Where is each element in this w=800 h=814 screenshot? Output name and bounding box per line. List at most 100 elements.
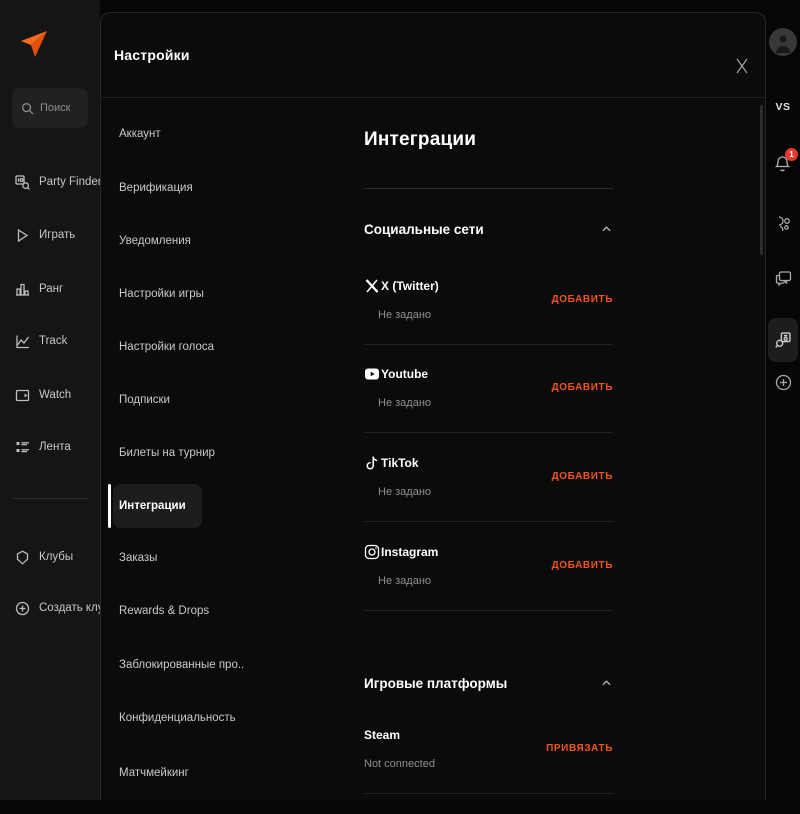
notification-badge: 1 bbox=[785, 148, 798, 161]
integration-row-youtube: Youtube Не задано ДОБАВИТЬ bbox=[364, 366, 613, 453]
chevron-up-icon bbox=[602, 680, 611, 686]
watch-icon bbox=[15, 388, 30, 403]
settings-nav-verification[interactable]: Верификация bbox=[119, 177, 193, 199]
party-finder-icon bbox=[15, 175, 30, 190]
app-logo-icon[interactable] bbox=[18, 28, 50, 60]
feed-icon bbox=[15, 440, 30, 455]
sidebar-item-party-finder[interactable]: Party Finder bbox=[15, 170, 102, 194]
integration-status: Не задано bbox=[378, 308, 431, 322]
nav-selected-bar bbox=[108, 484, 111, 528]
settings-nav-matchmaking[interactable]: Матчмейкинг bbox=[119, 762, 189, 784]
sidebar-item-track[interactable]: Track bbox=[15, 329, 67, 353]
row-divider bbox=[364, 344, 613, 345]
x-twitter-icon bbox=[364, 278, 380, 294]
sidebar-item-label: Watch bbox=[39, 389, 71, 401]
plus-circle-icon bbox=[15, 601, 30, 616]
link-button[interactable]: ПРИВЯЗАТЬ bbox=[546, 742, 613, 756]
settings-nav-voice-settings[interactable]: Настройки голоса bbox=[119, 336, 214, 358]
integration-row-x-twitter: X (Twitter) Не задано ДОБАВИТЬ bbox=[364, 278, 613, 365]
settings-modal: Настройки Аккаунт Верификация Уведомлени… bbox=[100, 12, 766, 800]
sidebar-item-label: Клубы bbox=[39, 551, 73, 563]
party-finder-rail-button[interactable] bbox=[768, 318, 798, 362]
settings-nav-tournament-tickets[interactable]: Билеты на турнир bbox=[119, 442, 215, 464]
add-button[interactable]: ДОБАВИТЬ bbox=[552, 470, 613, 484]
rank-icon bbox=[15, 282, 30, 297]
sidebar-item-label: Party Finder bbox=[39, 176, 102, 188]
settings-nav-notifications[interactable]: Уведомления bbox=[119, 230, 191, 252]
add-button[interactable]: ДОБАВИТЬ bbox=[552, 381, 613, 395]
sidebar-item-label: Track bbox=[39, 335, 67, 347]
settings-nav-subscriptions[interactable]: Подписки bbox=[119, 389, 170, 411]
content-divider bbox=[364, 188, 613, 189]
integration-status: Не задано bbox=[378, 396, 431, 410]
left-sidebar: Поиск Party Finder Играть Ранг Track Wat… bbox=[0, 0, 100, 800]
integration-status: Not connected bbox=[364, 757, 435, 771]
close-icon bbox=[735, 58, 749, 74]
settings-modal-header: Настройки bbox=[101, 13, 765, 98]
instagram-icon bbox=[364, 544, 380, 560]
chevron-up-icon bbox=[602, 226, 611, 232]
collapse-section-button[interactable] bbox=[599, 222, 613, 236]
collapse-section-button[interactable] bbox=[599, 676, 613, 690]
search-input[interactable]: Поиск bbox=[12, 88, 88, 128]
add-button-rail[interactable] bbox=[766, 374, 800, 391]
sidebar-item-rank[interactable]: Ранг bbox=[15, 277, 63, 301]
section-social-networks: Социальные сети bbox=[364, 220, 613, 238]
sidebar-item-clubs[interactable]: Клубы bbox=[15, 545, 73, 569]
notifications-button[interactable]: 1 bbox=[774, 155, 794, 175]
integration-name: Youtube bbox=[381, 366, 428, 382]
settings-nav-orders[interactable]: Заказы bbox=[119, 547, 157, 569]
section-title: Социальные сети bbox=[364, 222, 484, 237]
integration-status: Не задано bbox=[378, 485, 431, 499]
settings-nav-rewards-drops[interactable]: Rewards & Drops bbox=[119, 600, 209, 622]
settings-nav-blocked-profiles[interactable]: Заблокированные про.. bbox=[119, 654, 244, 676]
tiktok-icon bbox=[364, 455, 380, 471]
settings-nav-privacy[interactable]: Конфиденциальность bbox=[119, 707, 236, 729]
party-finder-icon bbox=[775, 332, 791, 348]
sidebar-item-label: Лента bbox=[39, 441, 71, 453]
integration-row-steam: Steam Not connected ПРИВЯЗАТЬ bbox=[364, 727, 613, 814]
right-rail: VS 1 bbox=[766, 0, 800, 800]
settings-nav-game-settings[interactable]: Настройки игры bbox=[119, 283, 204, 305]
chats-button[interactable] bbox=[766, 270, 800, 287]
search-icon bbox=[21, 102, 34, 115]
sidebar-item-label: Ранг bbox=[39, 283, 63, 295]
avatar[interactable] bbox=[769, 28, 797, 56]
row-divider bbox=[364, 432, 613, 433]
row-divider bbox=[364, 521, 613, 522]
page-title: Интеграции bbox=[364, 129, 476, 151]
search-placeholder: Поиск bbox=[40, 102, 70, 114]
sidebar-item-label: Играть bbox=[39, 229, 75, 241]
friends-button[interactable] bbox=[766, 215, 800, 232]
add-button[interactable]: ДОБАВИТЬ bbox=[552, 293, 613, 307]
modal-title: Настройки bbox=[114, 47, 190, 63]
track-icon bbox=[15, 334, 30, 349]
settings-nav-integrations[interactable]: Интеграции bbox=[119, 495, 186, 517]
sidebar-item-feed[interactable]: Лента bbox=[15, 435, 71, 459]
chats-icon bbox=[775, 270, 792, 287]
sidebar-item-watch[interactable]: Watch bbox=[15, 383, 71, 407]
sidebar-item-play[interactable]: Играть bbox=[15, 223, 75, 247]
integration-name: Steam bbox=[364, 727, 400, 743]
plus-circle-icon bbox=[775, 374, 792, 391]
clubs-icon bbox=[15, 550, 30, 565]
add-button[interactable]: ДОБАВИТЬ bbox=[552, 559, 613, 573]
close-button[interactable] bbox=[731, 55, 753, 77]
section-game-platforms: Игровые платформы bbox=[364, 674, 613, 692]
vs-label[interactable]: VS bbox=[766, 101, 800, 113]
row-divider bbox=[364, 793, 613, 794]
section-title: Игровые платформы bbox=[364, 676, 507, 691]
integration-name: TikTok bbox=[381, 455, 419, 471]
integration-row-instagram: Instagram Не задано ДОБАВИТЬ bbox=[364, 544, 613, 631]
sidebar-item-create-club[interactable]: Создать клуб bbox=[15, 596, 110, 620]
youtube-icon bbox=[364, 366, 380, 382]
integration-row-tiktok: TikTok Не задано ДОБАВИТЬ bbox=[364, 455, 613, 542]
play-icon bbox=[15, 228, 30, 243]
settings-nav-account[interactable]: Аккаунт bbox=[119, 123, 161, 145]
person-icon bbox=[774, 33, 792, 53]
integration-name: Instagram bbox=[381, 544, 438, 560]
friends-icon bbox=[775, 215, 792, 232]
modal-scrollbar[interactable] bbox=[760, 105, 763, 255]
integration-status: Не задано bbox=[378, 574, 431, 588]
row-divider bbox=[364, 610, 613, 611]
